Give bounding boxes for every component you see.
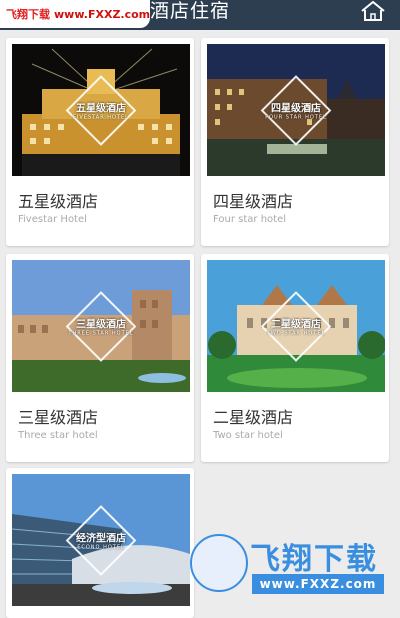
hotel-photo: 二星级酒店 TWO STAR HOTEL <box>207 260 385 392</box>
watermark-banner: 飞翔下载 www.FXXZ.com <box>0 0 150 28</box>
hotel-photo: 三星级酒店 THREE STAR HOTEL <box>12 260 190 392</box>
hotel-card-five-star[interactable]: 五星级酒店 FIVESTAR HOTEL 五星级酒店 Fivestar Hote… <box>6 38 194 246</box>
home-icon <box>361 1 385 21</box>
hotel-card-three-star[interactable]: 三星级酒店 THREE STAR HOTEL 三星级酒店 Three star … <box>6 254 194 462</box>
hotel-title: 四星级酒店 <box>213 192 294 211</box>
home-button[interactable] <box>358 0 388 22</box>
hotel-title: 五星级酒店 <box>18 192 99 211</box>
hotel-photo: 五星级酒店 FIVESTAR HOTEL <box>12 44 190 176</box>
hotel-card-two-star[interactable]: 二星级酒店 TWO STAR HOTEL 二星级酒店 Two star hote… <box>201 254 389 462</box>
watermark-brand: 飞翔下载 <box>6 8 50 21</box>
hotel-subtitle: Three star hotel <box>18 430 98 441</box>
hotel-subtitle: Four star hotel <box>213 214 286 225</box>
hotel-subtitle: Fivestar Hotel <box>18 214 87 225</box>
hotel-title: 二星级酒店 <box>213 408 294 427</box>
hotel-title: 三星级酒店 <box>18 408 99 427</box>
watermark-logo: 飞翔下载 www.FXXZ.com <box>190 530 390 600</box>
page-title: 酒店住宿 <box>150 0 231 22</box>
watermark-logo-url: www.FXXZ.com <box>252 574 384 594</box>
hotel-photo: 经济型酒店 ECONO HOTEL <box>12 474 190 606</box>
logo-emblem-icon <box>190 534 248 592</box>
hotel-photo: 四星级酒店 FOUR STAR HOTEL <box>207 44 385 176</box>
hotel-card-four-star[interactable]: 四星级酒店 FOUR STAR HOTEL 四星级酒店 Four star ho… <box>201 38 389 246</box>
watermark-logo-text: 飞翔下载 <box>250 542 378 577</box>
hotel-card-economy[interactable]: 经济型酒店 ECONO HOTEL <box>6 468 194 618</box>
watermark-url: www.FXXZ.com <box>54 7 151 21</box>
hotel-subtitle: Two star hotel <box>213 430 283 441</box>
